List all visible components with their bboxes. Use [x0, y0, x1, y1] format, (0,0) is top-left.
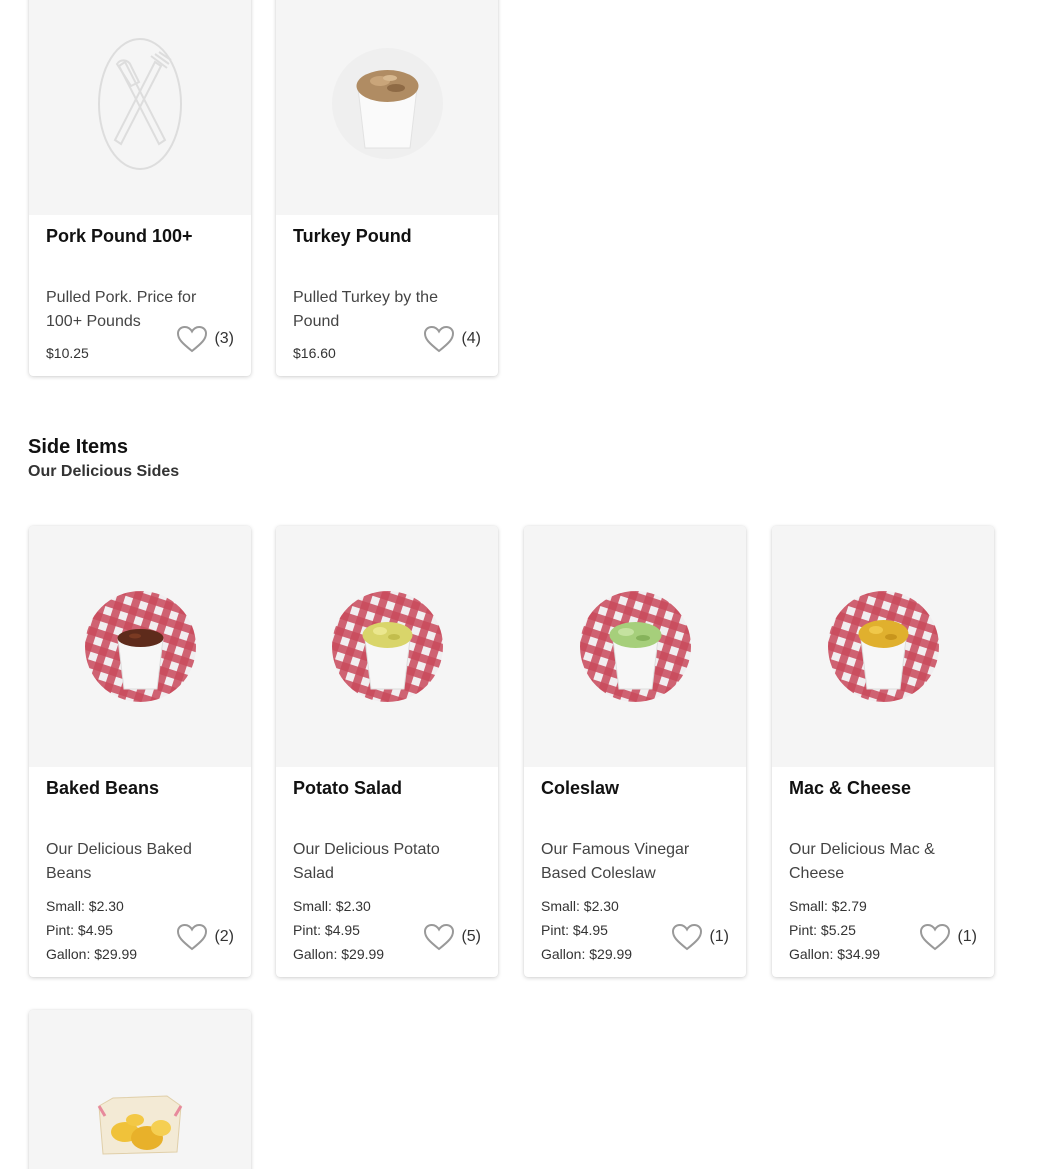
card-body: Pork Pound 100+ Pulled Pork. Price for 1… [29, 215, 251, 376]
menu-item-card[interactable]: Potato Salad Our Delicious Potato Salad … [276, 526, 498, 977]
heart-icon [671, 923, 703, 951]
item-image-area [29, 526, 251, 767]
item-price-small: Small: $2.79 [789, 898, 867, 914]
favorite-count: (1) [709, 928, 729, 945]
card-body: Mac & Cheese Our Delicious Mac & Cheese … [772, 767, 994, 977]
item-price-pint: Pint: $4.95 [46, 922, 113, 938]
item-description: Our Delicious Mac & Cheese [789, 841, 935, 882]
item-image-area [276, 0, 498, 215]
item-price-pint: Pint: $4.95 [293, 922, 360, 938]
favorite-button[interactable]: (2) [176, 923, 234, 951]
item-price-pint: Pint: $5.25 [789, 922, 856, 938]
favorite-button[interactable]: (5) [423, 923, 481, 951]
item-image-area [772, 526, 994, 767]
item-image-area [29, 1010, 251, 1169]
item-name: Mac & Cheese [789, 778, 912, 798]
heart-icon [176, 923, 208, 951]
favorite-count: (3) [214, 330, 234, 347]
favorite-button[interactable]: (1) [919, 923, 977, 951]
favorite-count: (1) [957, 928, 977, 945]
utensils-icon [98, 37, 182, 170]
item-price: $16.60 [293, 345, 336, 361]
item-price-gallon: Gallon: $29.99 [46, 946, 138, 962]
chips-bag-image [97, 1095, 183, 1155]
item-image-area [524, 526, 746, 767]
menu-item-card[interactable]: Turkey Pound Pulled Turkey by the Pound … [276, 0, 498, 376]
heart-icon [423, 325, 455, 353]
card-body: Potato Salad Our Delicious Potato Salad … [276, 767, 498, 977]
item-price-small: Small: $2.30 [46, 898, 124, 914]
item-description: Our Delicious Potato Salad [293, 841, 440, 882]
item-name: Pork Pound 100+ [46, 226, 193, 246]
item-name: Potato Salad [293, 778, 403, 798]
baked-beans-image [84, 591, 196, 702]
favorite-count: (2) [214, 928, 234, 945]
favorite-count: (5) [461, 928, 481, 945]
card-body: Baked Beans Our Delicious Baked Beans Sm… [29, 767, 251, 977]
card-body: Turkey Pound Pulled Turkey by the Pound … [276, 215, 498, 376]
favorite-button[interactable]: (4) [423, 325, 481, 353]
item-description: Our Famous Vinegar Based Coleslaw [541, 841, 690, 882]
item-price-gallon: Gallon: $29.99 [541, 946, 633, 962]
heart-icon [919, 923, 951, 951]
favorite-button[interactable]: (1) [671, 923, 729, 951]
mac-and-cheese-image [827, 591, 939, 702]
item-price-pint: Pint: $4.95 [541, 922, 608, 938]
item-name: Baked Beans [46, 778, 160, 798]
item-price: $10.25 [46, 345, 89, 361]
menu-item-card[interactable]: Pork Pound 100+ Pulled Pork. Price for 1… [29, 0, 251, 376]
coleslaw-image [579, 591, 691, 702]
potato-salad-image [331, 591, 443, 702]
heart-icon [176, 325, 208, 353]
item-name: Coleslaw [541, 778, 620, 798]
section-title: Side Items [28, 436, 129, 458]
item-price-gallon: Gallon: $34.99 [789, 946, 881, 962]
favorite-count: (4) [461, 330, 481, 347]
item-price-small: Small: $2.30 [293, 898, 371, 914]
item-price-small: Small: $2.30 [541, 898, 619, 914]
menu-item-card[interactable]: Baked Beans Our Delicious Baked Beans Sm… [29, 526, 251, 977]
item-image-area [29, 0, 251, 215]
menu-item-card[interactable]: Coleslaw Our Famous Vinegar Based Colesl… [524, 526, 746, 977]
item-name: Turkey Pound [293, 226, 412, 246]
section-subtitle: Our Delicious Sides [28, 463, 180, 480]
menu-item-card[interactable]: Mac & Cheese Our Delicious Mac & Cheese … [772, 526, 994, 977]
item-price-gallon: Gallon: $29.99 [293, 946, 385, 962]
item-image-area [276, 526, 498, 767]
card-body: Coleslaw Our Famous Vinegar Based Colesl… [524, 767, 746, 977]
menu-item-card[interactable] [29, 1010, 251, 1169]
pulled-turkey-image [331, 48, 443, 159]
item-description: Our Delicious Baked Beans [46, 841, 192, 882]
favorite-button[interactable]: (3) [176, 325, 234, 353]
heart-icon [423, 923, 455, 951]
